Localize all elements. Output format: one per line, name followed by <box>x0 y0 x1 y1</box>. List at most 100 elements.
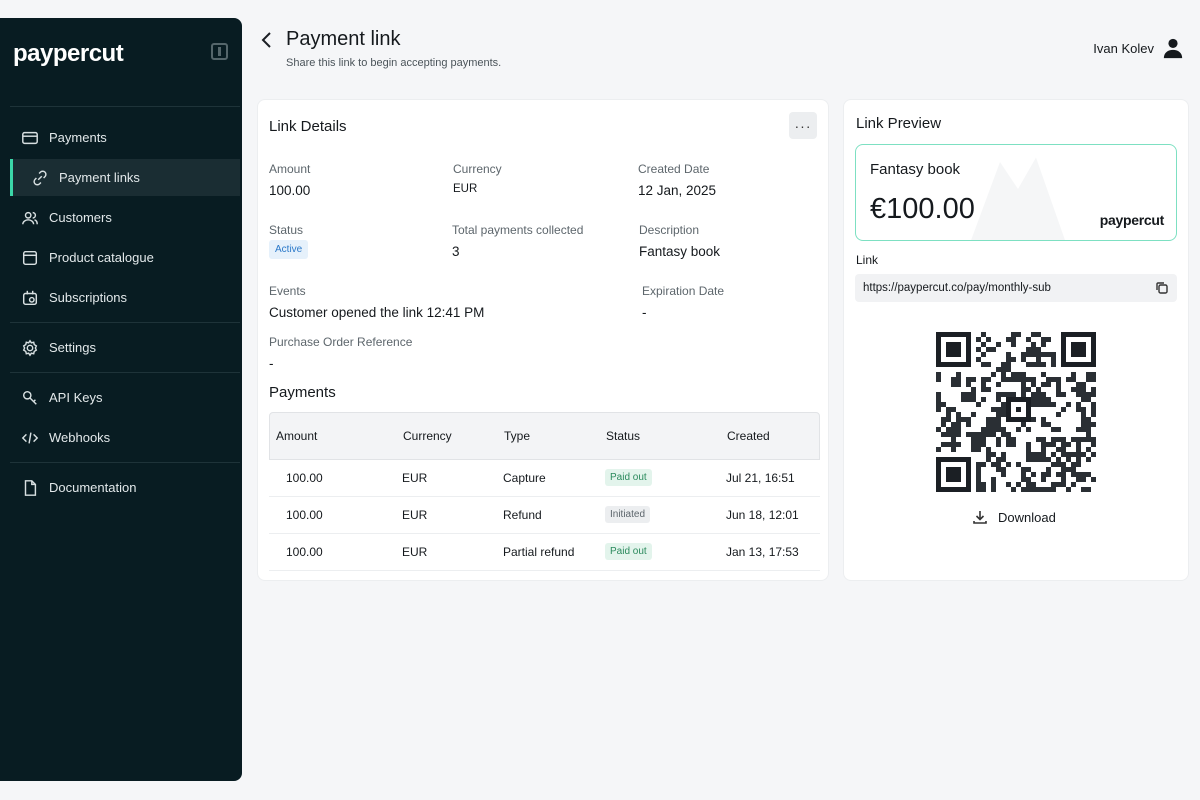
description-value: Fantasy book <box>639 244 721 259</box>
link-url-field[interactable]: https://paypercut.co/pay/monthly-sub <box>855 274 1177 302</box>
sidebar-item-product-catalogue[interactable]: Product catalogue <box>0 239 242 276</box>
column-header-type[interactable]: Type <box>504 429 530 443</box>
amount-value: 100.00 <box>269 183 311 198</box>
sidebar-item-label: Customers <box>49 210 112 225</box>
cell-type: Partial refund <box>503 545 575 559</box>
cell-type: Refund <box>503 508 542 522</box>
link-details-card: Link Details ··· Amount 100.00 Currency … <box>257 99 829 581</box>
sidebar-item-payment-links[interactable]: Payment links <box>10 159 240 196</box>
product-name: Fantasy book <box>870 161 961 178</box>
users-icon <box>21 209 39 227</box>
download-label: Download <box>998 509 1056 525</box>
divider <box>10 372 240 373</box>
sidebar-item-subscriptions[interactable]: Subscriptions <box>0 279 242 316</box>
status-label: Status <box>269 223 304 237</box>
po-reference-label: Purchase Order Reference <box>269 335 413 349</box>
cell-amount: 100.00 <box>286 471 323 485</box>
back-button[interactable] <box>258 30 276 50</box>
column-header-amount[interactable]: Amount <box>276 429 317 443</box>
po-reference-value: - <box>269 356 274 371</box>
amount-label: Amount <box>269 162 311 176</box>
events-value: Customer opened the link 12:41 PM <box>269 305 485 320</box>
product-price: €100.00 <box>870 193 975 225</box>
total-payments-label: Total payments collected <box>452 223 584 237</box>
sidebar: paypercut Payments Payment links Custome… <box>0 18 242 781</box>
sidebar-item-label: API Keys <box>49 390 103 405</box>
divider <box>10 322 240 323</box>
cell-currency: EUR <box>402 545 428 559</box>
user-menu[interactable]: Ivan Kolev <box>1093 36 1184 60</box>
link-icon <box>31 169 49 187</box>
sidebar-item-customers[interactable]: Customers <box>0 199 242 236</box>
cell-currency: EUR <box>402 508 428 522</box>
expiration-date-value: - <box>642 305 647 320</box>
more-options-button[interactable]: ··· <box>789 112 817 139</box>
sidebar-item-label: Product catalogue <box>49 250 154 265</box>
created-date-value: 12 Jan, 2025 <box>638 183 717 198</box>
sidebar-item-label: Settings <box>49 340 96 355</box>
cell-amount: 100.00 <box>286 545 323 559</box>
payments-section-title: Payments <box>269 384 336 401</box>
total-payments-value: 3 <box>452 244 460 259</box>
cell-created: Jun 18, 12:01 <box>726 508 799 522</box>
payments-table: Amount Currency Type Status Created 100.… <box>269 412 820 571</box>
status-badge: Active <box>269 240 309 259</box>
download-button[interactable]: Download <box>972 509 1056 525</box>
cell-amount: 100.00 <box>286 508 323 522</box>
sidebar-item-webhooks[interactable]: Webhooks <box>0 419 242 456</box>
sidebar-item-api-keys[interactable]: API Keys <box>0 379 242 416</box>
brand-logo: paypercut <box>1099 212 1165 228</box>
card-title: Link Preview <box>856 115 942 132</box>
key-icon <box>21 389 39 407</box>
divider <box>10 462 240 463</box>
column-header-status[interactable]: Status <box>606 429 640 443</box>
copy-icon[interactable] <box>1155 281 1169 295</box>
column-header-currency[interactable]: Currency <box>403 429 452 443</box>
qr-code <box>936 332 1096 492</box>
cell-created: Jul 21, 16:51 <box>726 471 795 485</box>
sidebar-item-documentation[interactable]: Documentation <box>0 469 242 506</box>
sidebar-item-label: Payment links <box>59 170 140 185</box>
status-badge: Initiated <box>605 506 651 523</box>
download-icon <box>973 511 987 524</box>
product-preview: Fantasy book €100.00 paypercut <box>855 144 1177 241</box>
brand-logo: paypercut <box>13 40 124 67</box>
cell-type: Capture <box>503 471 546 485</box>
events-label: Events <box>269 284 306 298</box>
sidebar-item-label: Payments <box>49 130 107 145</box>
status-badge: Paid out <box>605 469 652 486</box>
card-icon <box>21 129 39 147</box>
description-label: Description <box>639 223 700 237</box>
table-header: Amount Currency Type Status Created <box>269 412 820 460</box>
currency-label: Currency <box>453 162 502 176</box>
sidebar-item-label: Subscriptions <box>49 290 128 305</box>
created-date-label: Created Date <box>638 162 710 176</box>
document-icon <box>21 479 39 497</box>
link-preview-card: Link Preview Fantasy book €100.00 payper… <box>843 99 1189 581</box>
expiration-date-label: Expiration Date <box>642 284 725 298</box>
box-icon <box>21 249 39 267</box>
sidebar-nav: Payments Payment links Customers Product… <box>0 106 242 509</box>
link-label: Link <box>856 253 879 267</box>
column-header-created[interactable]: Created <box>727 429 770 443</box>
cell-created: Jan 13, 17:53 <box>726 545 799 559</box>
table-row[interactable]: 100.00 EUR Refund Initiated Jun 18, 12:0… <box>269 497 820 534</box>
code-icon <box>21 429 39 447</box>
app-frame: paypercut Payments Payment links Custome… <box>0 0 1200 800</box>
status-badge: Paid out <box>605 543 652 560</box>
card-title: Link Details <box>269 118 347 135</box>
currency-value: EUR <box>453 183 478 195</box>
collapse-sidebar-icon[interactable] <box>211 43 228 60</box>
sidebar-item-payments[interactable]: Payments <box>0 119 242 156</box>
sidebar-item-label: Webhooks <box>49 430 111 445</box>
subscriptions-icon <box>21 289 39 307</box>
table-row[interactable]: 100.00 EUR Capture Paid out Jul 21, 16:5… <box>269 460 820 497</box>
user-name: Ivan Kolev <box>1093 40 1154 56</box>
table-row[interactable]: 100.00 EUR Partial refund Paid out Jan 1… <box>269 534 820 571</box>
page-subtitle: Share this link to begin accepting payme… <box>286 57 502 69</box>
cell-currency: EUR <box>402 471 428 485</box>
sidebar-item-settings[interactable]: Settings <box>0 329 242 366</box>
divider <box>10 106 240 107</box>
page-title: Payment link <box>286 28 401 50</box>
gear-icon <box>21 339 39 357</box>
